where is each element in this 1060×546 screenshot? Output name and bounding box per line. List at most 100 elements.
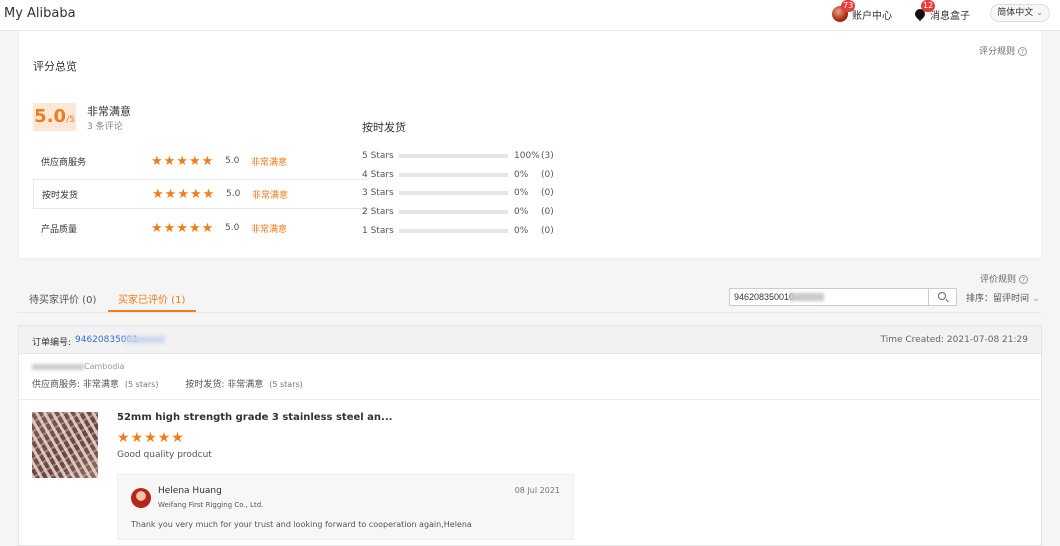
distribution-bar (399, 191, 508, 195)
order-number-label: 订单编号: (32, 338, 72, 348)
reply-company: Weifang First Rigging Co., Ltd. (158, 501, 264, 509)
star-icon: ★ (130, 430, 144, 446)
redacted-order-digits (125, 336, 165, 343)
ontime-rating: 按时发货: 非常满意 (185, 380, 264, 390)
metric-stars: ★ ★ ★ ★ ★ (151, 155, 213, 168)
distribution-title: 按时发货 (362, 121, 406, 134)
star-icon: ★ (152, 186, 164, 202)
supplier-service-rating: 供应商服务: 非常满意 (32, 380, 119, 390)
distribution-percent: 0% (514, 226, 529, 236)
star-icon: ★ (144, 430, 157, 446)
review-count: 3 条评论 (87, 122, 123, 132)
buyer-country: Cambodia (84, 362, 125, 371)
search-icon (938, 292, 946, 300)
ontime-stars: (5 stars) (269, 380, 303, 389)
distribution-label: 2 Stars (362, 207, 394, 217)
rating-rules-link[interactable]: 评分规则? (979, 44, 1027, 57)
distribution-percent: 100% (514, 151, 540, 161)
metric-name: 产品质量 (41, 224, 78, 235)
order-header: 订单编号: 94620835001 Time Created: 2021-07-… (19, 326, 1041, 354)
metric-name: 按时发货 (42, 190, 79, 201)
distribution-count: (0) (541, 170, 554, 180)
review-rules-link[interactable]: 评价规则? (980, 272, 1028, 285)
star-icon: ★ (151, 153, 163, 169)
help-icon: ? (1019, 275, 1028, 284)
supplier-service-stars: (5 stars) (124, 380, 159, 389)
star-icon: ★ (117, 430, 130, 446)
tab-reviewed[interactable]: 买家已评价 (1) (118, 291, 185, 306)
distribution-row: 5 Stars 100% (3) (362, 149, 582, 163)
distribution-bar (399, 210, 508, 214)
star-icon: ★ (171, 430, 184, 446)
account-center-link[interactable]: 73 账户中心 (832, 0, 892, 22)
message-box-link[interactable]: 12 消息盒子 (912, 0, 970, 22)
star-icon: ★ (188, 220, 201, 236)
summary-title: 评分总览 (33, 60, 77, 73)
distribution-bar (399, 154, 508, 158)
language-select[interactable]: 简体中文 ⌄ (990, 4, 1050, 22)
time-created: Time Created: 2021-07-08 21:29 (880, 335, 1029, 345)
star-icon: ★ (157, 430, 171, 446)
brand-title[interactable]: My Alibaba (4, 6, 76, 21)
reply-text: Thank you very much for your trust and l… (131, 520, 472, 529)
sort-dropdown[interactable]: 排序：留评时间 ⌄ (966, 291, 1040, 304)
distribution-count: (0) (541, 188, 554, 198)
messages-badge: 12 (921, 0, 936, 12)
star-icon: ★ (177, 186, 189, 202)
metric-row-ontime-delivery[interactable]: 按时发货 ★ ★ ★ ★ ★ 5.0 非常满意 (33, 179, 369, 209)
review-rules-label: 评价规则 (979, 275, 1016, 285)
chevron-down-icon: ⌄ (1036, 8, 1043, 17)
metric-rating-text: 非常满意 (251, 157, 288, 168)
distribution-bar (399, 173, 508, 177)
distribution-percent: 0% (514, 188, 529, 198)
distribution-row: 4 Stars 0% (0) (362, 168, 582, 182)
tabs-divider (18, 312, 1042, 313)
user-avatar: 73 (832, 0, 856, 22)
account-center-label: 账户中心 (852, 10, 892, 22)
star-icon: ★ (188, 153, 201, 169)
star-icon: ★ (201, 220, 214, 236)
order-search-input[interactable] (730, 289, 928, 305)
distribution-percent: 0% (514, 207, 529, 217)
star-icon: ★ (151, 220, 163, 236)
distribution-label: 5 Stars (362, 151, 394, 161)
metric-stars: ★ ★ ★ ★ ★ (152, 188, 214, 201)
rating-rules-label: 评分规则 (978, 47, 1015, 57)
metric-row-product-quality[interactable]: 产品质量 ★ ★ ★ ★ ★ 5.0 非常满意 (33, 213, 369, 243)
distribution-percent: 0% (514, 170, 529, 180)
star-icon: ★ (189, 186, 202, 202)
star-icon: ★ (202, 186, 215, 202)
buyer-info: Cambodia (32, 362, 124, 371)
buyer-ratings: 供应商服务: 非常满意 (5 stars) 按时发货: 非常满意 (5 stars) (32, 377, 303, 390)
metric-score: 5.0 (225, 156, 240, 166)
distribution-count: (0) (541, 207, 554, 217)
reply-author-name: Helena Huang (158, 486, 222, 496)
distribution-row: 2 Stars 0% (0) (362, 205, 582, 219)
metric-rating-text: 非常满意 (251, 224, 288, 235)
review-tabs-area: 评价规则? 待买家评价 (0) 买家已评价 (1) 排序：留评时间⌄ (18, 262, 1042, 313)
distribution-count: (0) (541, 226, 554, 236)
tab-pending-review[interactable]: 待买家评价 (0) (29, 291, 96, 306)
star-icon: ★ (176, 153, 188, 169)
product-title[interactable]: 52mm high strength grade 3 stainless ste… (117, 412, 392, 423)
message-box-label: 消息盒子 (930, 10, 970, 22)
metric-score: 5.0 (225, 223, 240, 233)
distribution-row: 3 Stars 0% (0) (362, 186, 582, 200)
message-drop-icon: 12 (912, 0, 936, 22)
overall-score-label: 非常满意 (87, 105, 131, 118)
product-image[interactable] (32, 412, 98, 478)
star-icon: ★ (176, 220, 188, 236)
order-review-card: 订单编号: 94620835001 Time Created: 2021-07-… (18, 325, 1042, 546)
star-icon: ★ (163, 153, 176, 169)
star-icon: ★ (164, 186, 177, 202)
order-search-box (729, 288, 957, 306)
distribution-label: 4 Stars (362, 170, 394, 180)
search-button[interactable] (928, 289, 956, 305)
redacted-buyer-name (32, 363, 84, 370)
review-stars: ★ ★ ★ ★ ★ (117, 431, 184, 445)
metric-row-supplier-service[interactable]: 供应商服务 ★ ★ ★ ★ ★ 5.0 非常满意 (33, 146, 369, 176)
distribution-label: 3 Stars (362, 188, 394, 198)
overall-score-suffix: /5 (66, 115, 75, 125)
chevron-down-icon: ⌄ (1032, 294, 1040, 304)
metric-stars: ★ ★ ★ ★ ★ (151, 222, 213, 235)
